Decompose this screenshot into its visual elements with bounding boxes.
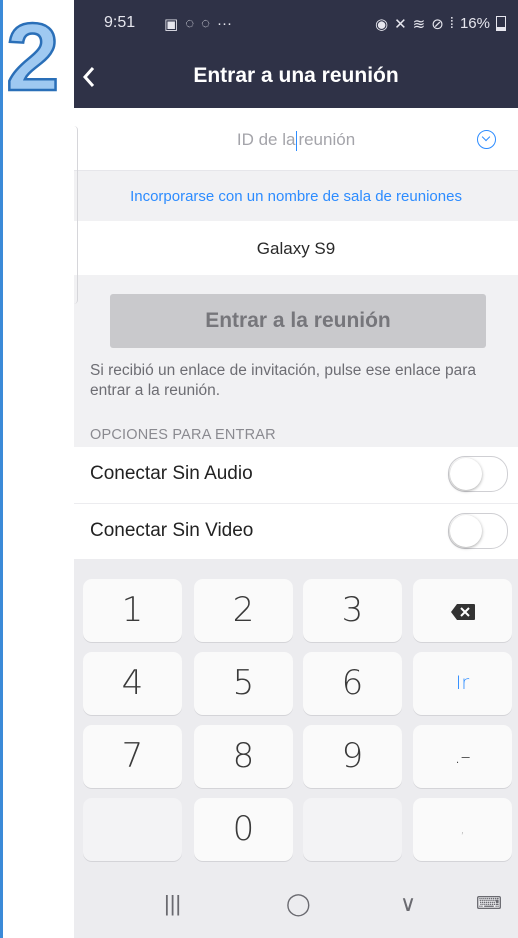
- meeting-id-placeholder: ID de la reunión: [236, 130, 356, 151]
- blocked-icon: ⊘: [431, 16, 444, 33]
- key-7[interactable]: 7: [83, 725, 182, 788]
- key-2[interactable]: 2: [194, 579, 293, 642]
- room-name-link[interactable]: Incorporarse con un nombre de sala de re…: [74, 171, 518, 221]
- key-blank-left: [83, 798, 182, 861]
- invite-hint-text: Si recibió un enlace de invitación, puls…: [90, 362, 477, 399]
- key-comma[interactable]: ,: [413, 798, 512, 861]
- whatsapp-icon: ◌: [185, 15, 195, 32]
- keyboard-icon[interactable]: ⌨: [476, 893, 502, 914]
- option-label: Conectar Sin Video: [90, 520, 254, 541]
- option-label: Conectar Sin Audio: [90, 463, 253, 484]
- numeric-keypad: 1 2 3 4 5 6 Ir 7 8 9 .– 0 ,: [74, 559, 518, 869]
- battery-icon: [496, 16, 506, 31]
- display-name-field[interactable]: Galaxy S9: [74, 221, 518, 275]
- key-3[interactable]: 3: [303, 579, 402, 642]
- no-video-toggle[interactable]: [448, 513, 508, 549]
- android-nav-bar: ||| ◯ ∨ ⌨: [74, 869, 518, 938]
- app-header: 9:51 ▣ ◌ ◌ ··· ◉ ✕ ≋ ⊘ ⁞ 16% Entrar a un…: [74, 0, 518, 108]
- battery-level: 16%: [459, 15, 490, 32]
- wifi-icon: ≋: [412, 16, 426, 33]
- key-4[interactable]: 4: [83, 652, 182, 715]
- go-key[interactable]: Ir: [413, 652, 512, 715]
- backspace-key[interactable]: [413, 579, 512, 642]
- key-5[interactable]: 5: [194, 652, 293, 715]
- options-header: OPCIONES PARA ENTRAR: [90, 427, 276, 443]
- alarm-icon: ◉: [374, 16, 389, 33]
- screen-edge-outline: [74, 126, 78, 304]
- step-number-badge: 2: [4, 6, 68, 98]
- step-number-text: 2: [6, 6, 59, 98]
- gallery-icon: ▣: [164, 16, 179, 33]
- back-nav-button[interactable]: ∨: [400, 891, 416, 917]
- signal-icon: ⁞: [449, 15, 454, 32]
- left-border-rule: [0, 0, 3, 938]
- option-no-audio: Conectar Sin Audio: [74, 447, 518, 503]
- home-button[interactable]: ◯: [286, 891, 311, 917]
- key-9[interactable]: 9: [303, 725, 402, 788]
- recents-button[interactable]: |||: [164, 891, 181, 917]
- toggle-knob: [450, 515, 482, 547]
- meeting-id-input[interactable]: ID de la reunión: [74, 108, 518, 170]
- key-8[interactable]: 8: [194, 725, 293, 788]
- backspace-icon: [450, 604, 475, 620]
- status-right-icons: ◉ ✕ ≋ ⊘ ⁞ 16%: [375, 15, 506, 33]
- status-time: 9:51: [104, 14, 136, 31]
- key-1[interactable]: 1: [83, 579, 182, 642]
- phone-screen: 9:51 ▣ ◌ ◌ ··· ◉ ✕ ≋ ⊘ ⁞ 16% Entrar a un…: [74, 0, 518, 938]
- toggle-knob: [450, 458, 482, 490]
- join-meeting-button[interactable]: Entrar a la reunión: [110, 294, 486, 348]
- status-left-icons: ▣ ◌ ◌ ···: [164, 15, 232, 33]
- option-no-video: Conectar Sin Video: [74, 503, 518, 560]
- no-audio-toggle[interactable]: [448, 456, 508, 492]
- key-dot-dash[interactable]: .–: [413, 725, 512, 788]
- mute-icon: ✕: [394, 16, 407, 33]
- whatsapp-icon: ◌: [201, 15, 211, 32]
- key-6[interactable]: 6: [303, 652, 402, 715]
- chevron-down-icon[interactable]: [477, 130, 496, 149]
- key-blank-right: [303, 798, 402, 861]
- page-title: Entrar a una reunión: [193, 64, 399, 87]
- more-icon: ···: [217, 15, 233, 32]
- status-bar: 9:51 ▣ ◌ ◌ ··· ◉ ✕ ≋ ⊘ ⁞ 16%: [104, 14, 506, 38]
- key-0[interactable]: 0: [194, 798, 293, 861]
